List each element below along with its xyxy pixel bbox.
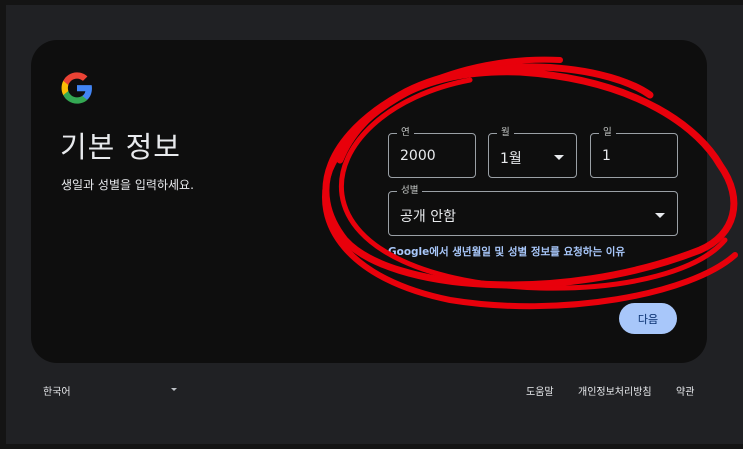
google-logo-icon [61, 72, 92, 104]
page-subtitle: 생일과 성별을 입력하세요. [61, 178, 194, 192]
year-value: 2000 [400, 148, 436, 164]
page-title: 기본 정보 [60, 130, 181, 164]
frame-bottom [0, 444, 743, 449]
language-select[interactable]: 한국어 [43, 383, 71, 398]
month-select[interactable]: 월 1월 [488, 127, 577, 178]
year-field[interactable]: 연 2000 [388, 127, 476, 178]
gender-dropdown-icon [655, 213, 665, 218]
gender-select[interactable]: 성별 공개 안함 [388, 185, 678, 236]
frame-top [0, 0, 743, 5]
help-link[interactable]: 도움말 [526, 383, 554, 398]
language-dropdown-icon[interactable] [171, 388, 177, 391]
info-link[interactable]: Google에서 생년월일 및 성별 정보를 요청하는 이유 [388, 244, 625, 259]
day-value: 1 [602, 148, 611, 164]
privacy-link[interactable]: 개인정보처리방침 [578, 383, 652, 398]
frame-left [0, 0, 6, 449]
gender-value: 공개 안함 [400, 209, 456, 225]
signup-card: 기본 정보 생일과 성별을 입력하세요. 연 2000 월 1월 일 1 성별 … [31, 40, 707, 363]
year-label: 연 [397, 127, 414, 139]
terms-link[interactable]: 약관 [676, 383, 694, 398]
day-field[interactable]: 일 1 [590, 127, 678, 178]
month-value: 1월 [500, 151, 522, 167]
month-label: 월 [497, 127, 514, 139]
gender-label: 성별 [397, 185, 423, 197]
next-button[interactable]: 다음 [619, 303, 677, 334]
month-dropdown-icon [554, 155, 564, 160]
day-label: 일 [599, 127, 616, 139]
